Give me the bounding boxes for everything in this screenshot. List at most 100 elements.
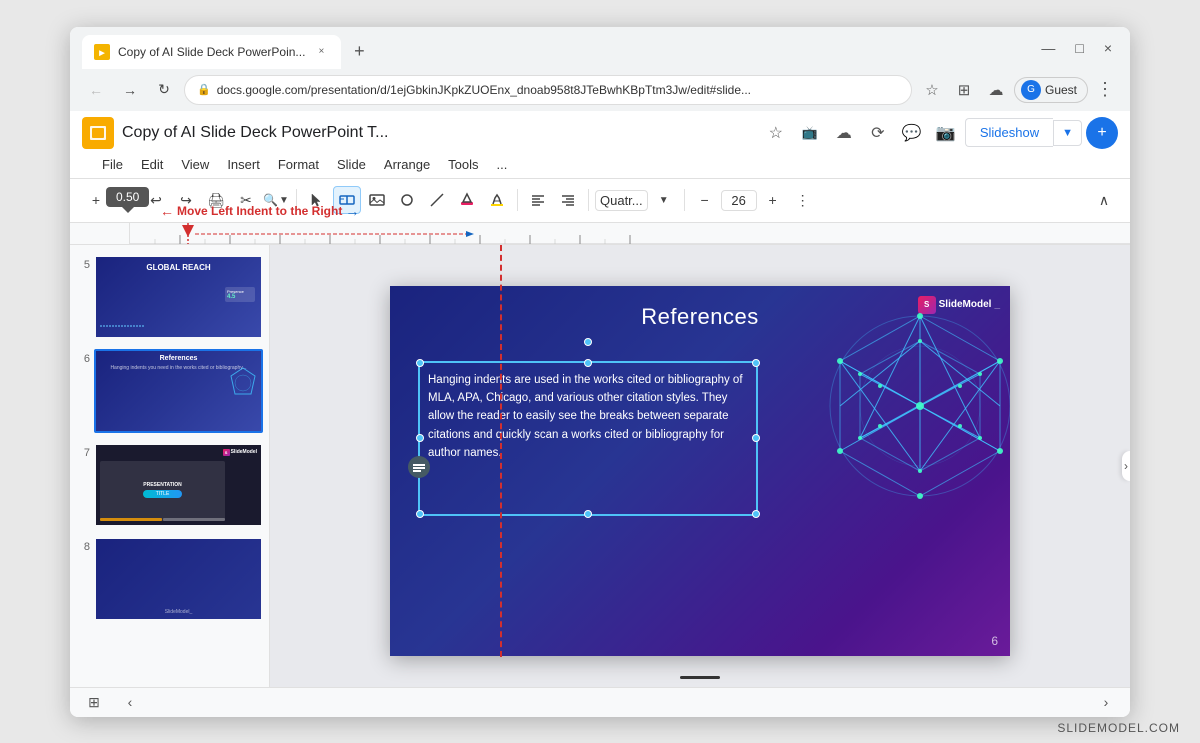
close-button[interactable]: × bbox=[1098, 38, 1118, 58]
font-dropdown-button[interactable]: ▼ bbox=[650, 186, 678, 214]
scroll-indicator-area bbox=[680, 676, 720, 679]
cloud-save-button[interactable]: ☁ bbox=[829, 118, 859, 148]
video-button[interactable]: 📷 bbox=[931, 118, 961, 148]
handle-top-left[interactable] bbox=[416, 359, 424, 367]
handle-left-middle[interactable] bbox=[416, 434, 424, 442]
handle-bottom-right[interactable] bbox=[752, 510, 760, 518]
slide-thumb-content-8: SlideModel_ bbox=[96, 539, 261, 619]
browser-chrome: ▶ Copy of AI Slide Deck PowerPoin... × +… bbox=[70, 27, 1130, 111]
bottom-bar: ⊞ ‹ › bbox=[70, 687, 1130, 717]
indent-label: ← Move Left Indent to the Right → bbox=[160, 203, 359, 219]
slide-thumb-content-5: GLOBAL REACH Presence 4 bbox=[96, 257, 261, 337]
collapse-toolbar-button[interactable]: ∧ bbox=[1090, 186, 1118, 214]
menu-file[interactable]: File bbox=[94, 153, 131, 176]
font-size-display[interactable]: 26 bbox=[721, 190, 757, 211]
align-left-button[interactable] bbox=[524, 186, 552, 214]
slide-canvas[interactable]: S SlideModel _ bbox=[390, 286, 1010, 656]
text-box[interactable]: Hanging indents are used in the works ci… bbox=[418, 361, 758, 516]
bookmark-star-button[interactable]: ☆ bbox=[761, 118, 791, 148]
minimize-button[interactable]: — bbox=[1035, 38, 1061, 58]
font-size-minus-button[interactable]: − bbox=[691, 186, 719, 214]
slide-thumb-img-7[interactable]: S SlideModel PRESENTATION TITLE bbox=[94, 443, 263, 527]
format-icon[interactable] bbox=[408, 456, 430, 478]
arrow-right-icon: → bbox=[345, 203, 359, 219]
menu-edit[interactable]: Edit bbox=[133, 153, 171, 176]
address-bar-row: ← → ↻ 🔒 docs.google.com/presentation/d/1… bbox=[70, 69, 1130, 111]
title-bar: ▶ Copy of AI Slide Deck PowerPoin... × +… bbox=[70, 27, 1130, 69]
menu-more[interactable]: ... bbox=[489, 153, 516, 176]
grid-view-button[interactable]: ⊞ bbox=[82, 690, 106, 714]
forward-button[interactable]: → bbox=[116, 76, 144, 104]
slide-thumb-content-7: S SlideModel PRESENTATION TITLE bbox=[96, 445, 261, 525]
toolbar-separator-3 bbox=[588, 189, 589, 211]
bookmark-button[interactable]: ☆ bbox=[918, 76, 946, 104]
app-bar-top: Copy of AI Slide Deck PowerPoint T... ☆ … bbox=[82, 117, 1118, 149]
present-tv-button[interactable]: 📺 bbox=[795, 118, 825, 148]
background-button[interactable] bbox=[453, 186, 481, 214]
color-button[interactable] bbox=[483, 186, 511, 214]
image-button[interactable] bbox=[363, 186, 391, 214]
handle-bottom-middle[interactable] bbox=[584, 510, 592, 518]
menu-format[interactable]: Format bbox=[270, 153, 327, 176]
maximize-button[interactable]: □ bbox=[1069, 38, 1089, 58]
line-button[interactable] bbox=[423, 186, 451, 214]
slide-thumb-img-6[interactable]: References Hanging indents you need in t… bbox=[94, 349, 263, 433]
collapse-panel-bottom-button[interactable]: ‹ bbox=[118, 690, 142, 714]
document-title[interactable]: Copy of AI Slide Deck PowerPoint T... bbox=[122, 124, 422, 142]
slide-thumbnail-5[interactable]: 5 GLOBAL REACH bbox=[74, 253, 265, 341]
slide-thumbnail-8[interactable]: 8 SlideModel_ bbox=[74, 535, 265, 623]
font-size-control: − 26 + bbox=[691, 186, 787, 214]
slide-6-title: References bbox=[96, 355, 261, 362]
align-right-button[interactable] bbox=[554, 186, 582, 214]
shapes-button[interactable] bbox=[393, 186, 421, 214]
menu-insert[interactable]: Insert bbox=[219, 153, 268, 176]
collapse-panel-button[interactable]: › bbox=[1122, 451, 1130, 481]
slideshow-main-button[interactable]: Slideshow bbox=[965, 118, 1053, 147]
slide-thumb-img-8[interactable]: SlideModel_ bbox=[94, 537, 263, 621]
history-button[interactable]: ⟳ bbox=[863, 118, 893, 148]
browser-tab[interactable]: ▶ Copy of AI Slide Deck PowerPoin... × bbox=[82, 35, 341, 69]
address-bar[interactable]: 🔒 docs.google.com/presentation/d/1ejGbki… bbox=[184, 75, 912, 105]
slide-thumbnail-7[interactable]: 7 S SlideModel PRESENTATION TITLE bbox=[74, 441, 265, 529]
tooltip-value: 0.50 bbox=[106, 187, 149, 207]
ruler-content bbox=[130, 223, 1130, 244]
watermark: SLIDEMODEL.COM bbox=[1057, 721, 1180, 735]
scroll-right-button[interactable]: › bbox=[1094, 690, 1118, 714]
font-name-selector[interactable]: Quatr... bbox=[595, 190, 648, 211]
slideshow-dropdown-button[interactable]: ▼ bbox=[1053, 120, 1082, 146]
slide-number-8: 8 bbox=[76, 537, 90, 553]
slide-panel-scroll[interactable]: 5 GLOBAL REACH bbox=[74, 253, 265, 679]
handle-bottom-left[interactable] bbox=[416, 510, 424, 518]
slide-5-title: GLOBAL REACH bbox=[96, 263, 261, 272]
handle-rotate[interactable] bbox=[584, 338, 592, 346]
add-people-button[interactable]: + bbox=[1086, 117, 1118, 149]
handle-right-middle[interactable] bbox=[752, 434, 760, 442]
avatar: G bbox=[1021, 80, 1041, 100]
slide-thumb-content-6: References Hanging indents you need in t… bbox=[96, 351, 261, 431]
slide-thumb-img-5[interactable]: GLOBAL REACH Presence 4 bbox=[94, 255, 263, 339]
back-button[interactable]: ← bbox=[82, 76, 110, 104]
text-box-content: Hanging indents are used in the works ci… bbox=[428, 374, 743, 460]
menu-slide[interactable]: Slide bbox=[329, 153, 374, 176]
handle-top-middle[interactable] bbox=[584, 359, 592, 367]
extensions-button[interactable]: ⊞ bbox=[950, 76, 978, 104]
reload-button[interactable]: ↻ bbox=[150, 76, 178, 104]
browser-window: ▶ Copy of AI Slide Deck PowerPoin... × +… bbox=[70, 27, 1130, 717]
profile-button[interactable]: G Guest bbox=[1014, 77, 1088, 103]
font-size-plus-button[interactable]: + bbox=[759, 186, 787, 214]
tab-title: Copy of AI Slide Deck PowerPoin... bbox=[118, 45, 305, 59]
menu-arrange[interactable]: Arrange bbox=[376, 153, 438, 176]
indent-label-text: Move Left Indent to the Right bbox=[177, 204, 342, 218]
menu-view[interactable]: View bbox=[173, 153, 217, 176]
comments-button[interactable]: 💬 bbox=[897, 118, 927, 148]
new-tab-button[interactable]: + bbox=[345, 38, 373, 66]
slide-title: References bbox=[390, 304, 1010, 330]
menu-tools[interactable]: Tools bbox=[440, 153, 486, 176]
tab-favicon: ▶ bbox=[94, 44, 110, 60]
tab-close-button[interactable]: × bbox=[313, 44, 329, 60]
handle-top-right[interactable] bbox=[752, 359, 760, 367]
browser-menu-button[interactable]: ⋮ bbox=[1092, 79, 1118, 100]
cloud-button[interactable]: ☁ bbox=[982, 76, 1010, 104]
slide-thumbnail-6[interactable]: 6 References Hanging indents you need in… bbox=[74, 347, 265, 435]
more-toolbar-button[interactable]: ⋮ bbox=[789, 186, 817, 214]
